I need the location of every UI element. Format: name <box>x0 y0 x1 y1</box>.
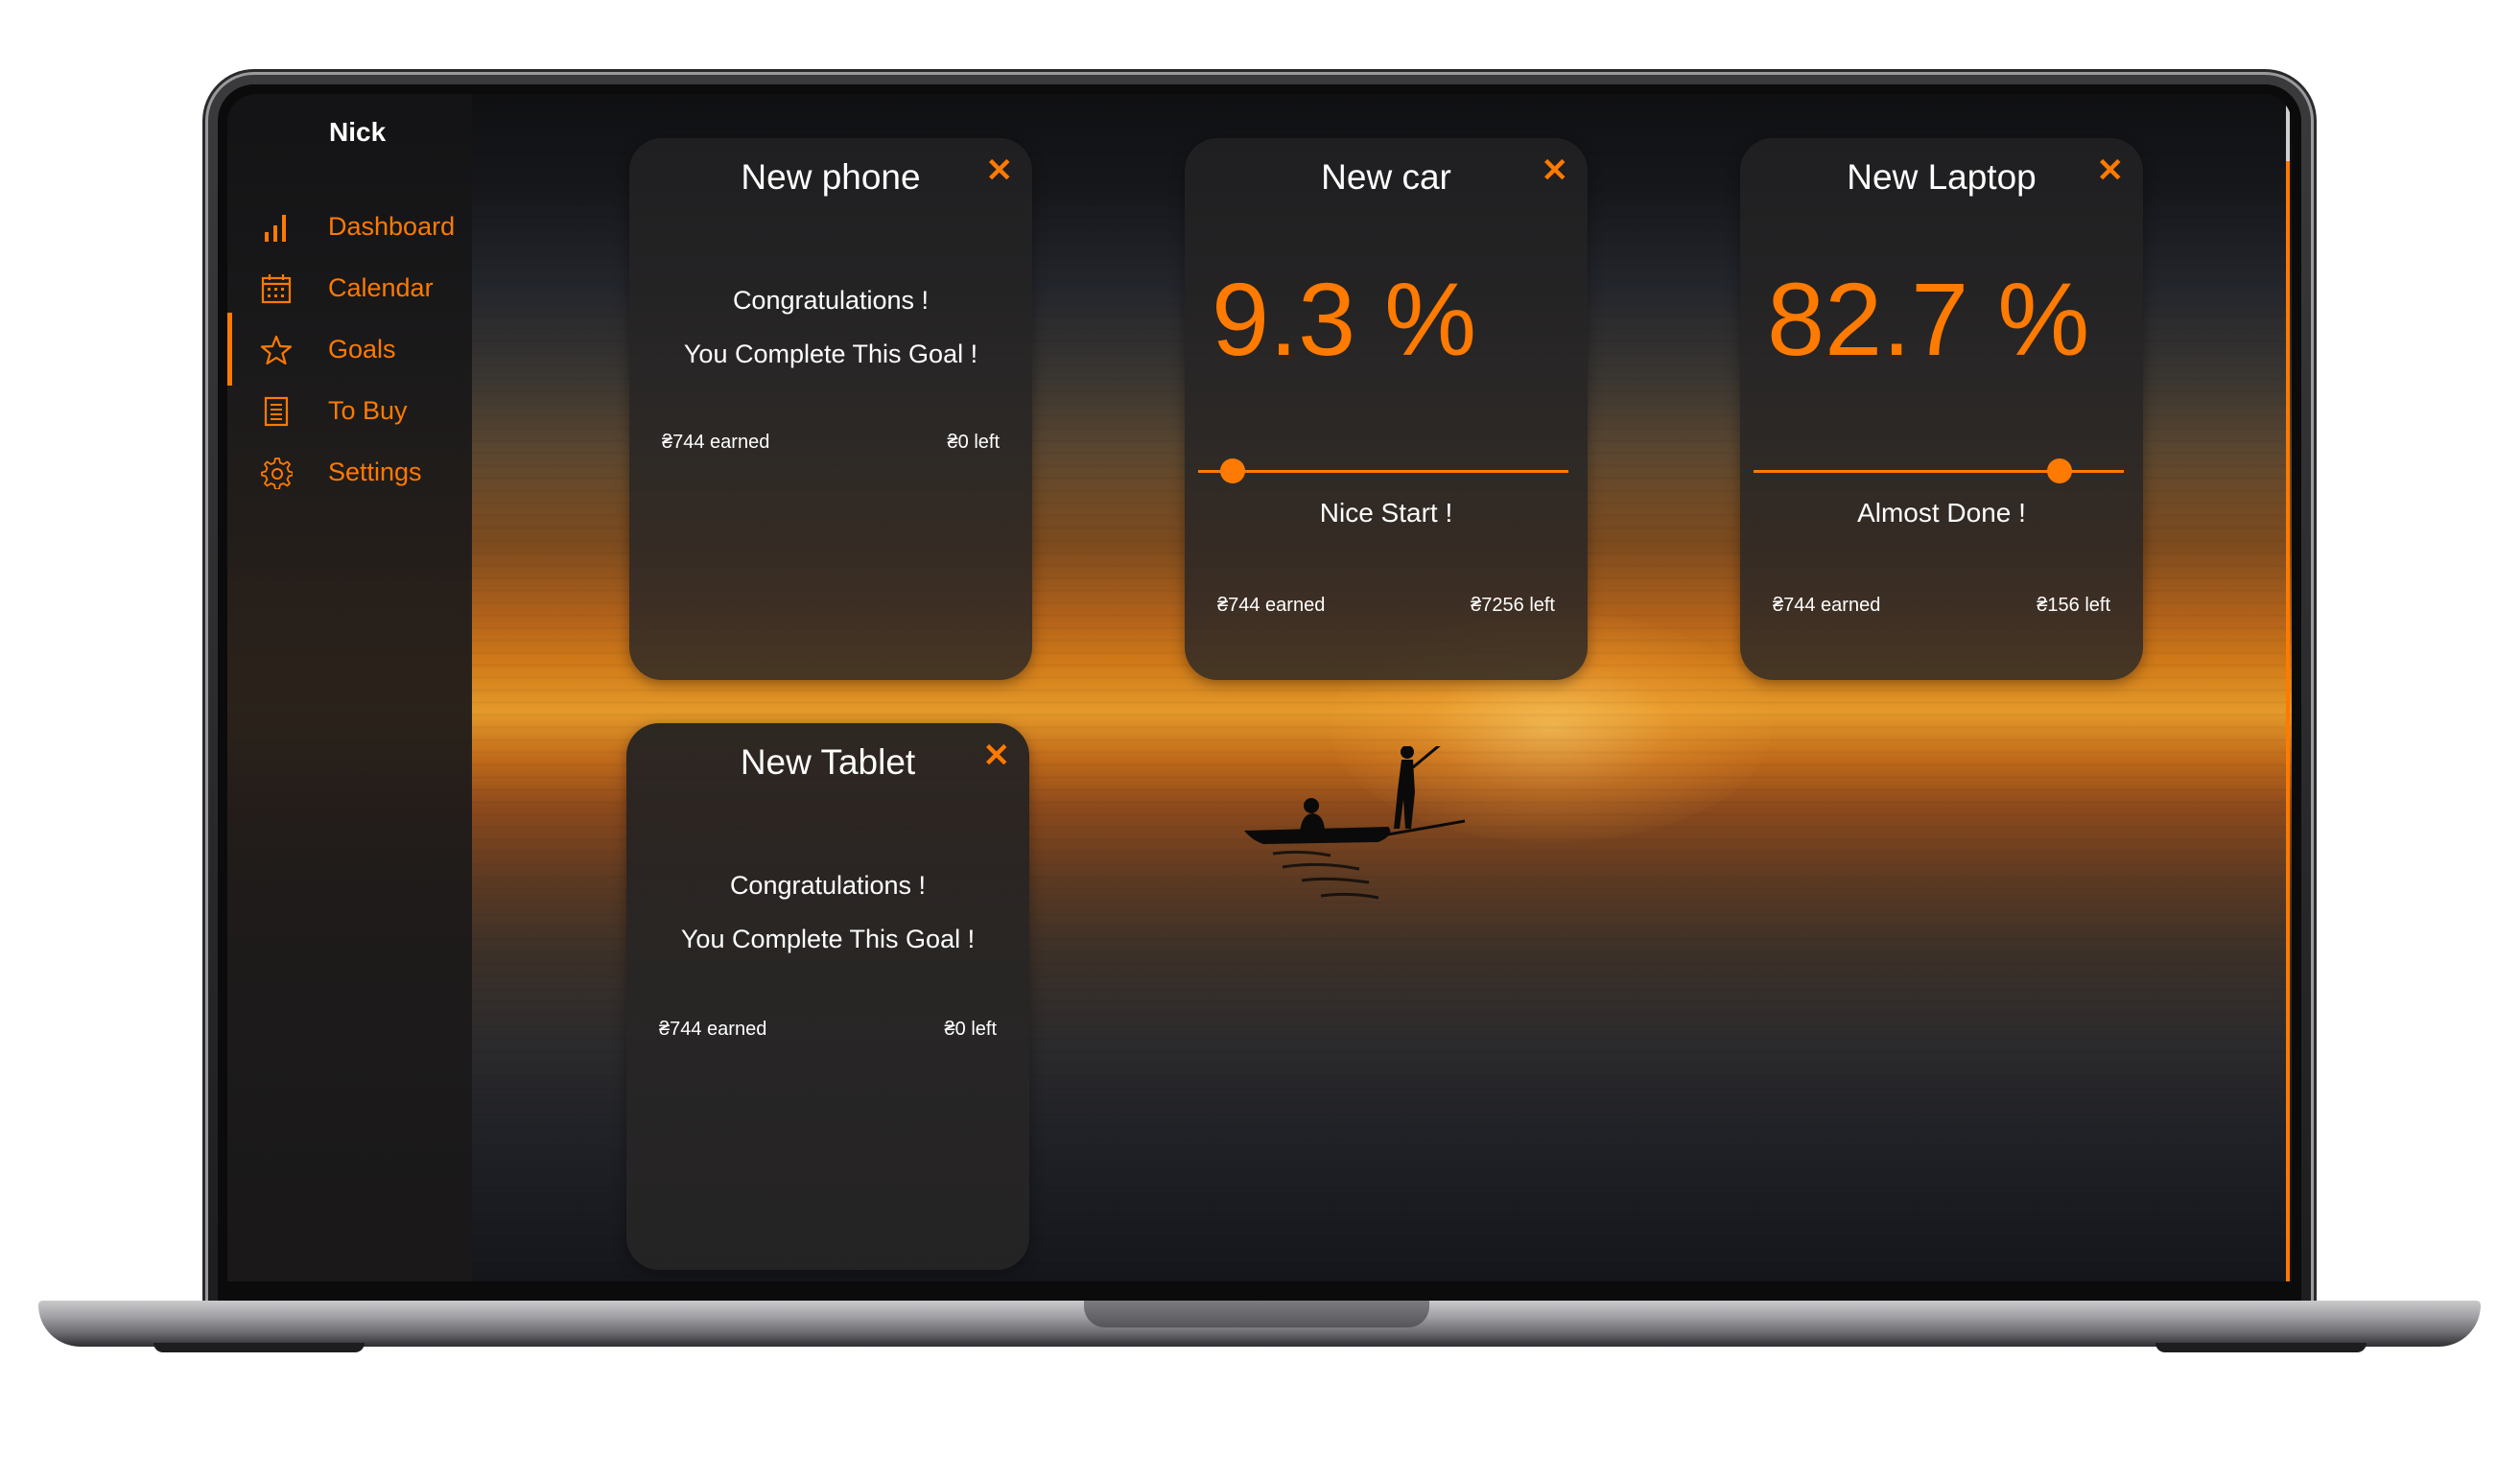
sidebar-item-to-buy[interactable]: To Buy <box>227 382 472 439</box>
goal-title: New Laptop <box>1847 157 2037 197</box>
laptop-foot-right <box>2155 1343 2367 1352</box>
sidebar-item-label: Dashboard <box>328 212 456 241</box>
goal-earned: ₴744 earned <box>662 432 770 453</box>
sidebar-item-label: Settings <box>328 458 422 486</box>
scrollbar-track[interactable] <box>2286 94 2290 161</box>
stage: Nick Dashboard Calendar Goals To Buy Set… <box>0 0 2520 1479</box>
goal-earned: ₴744 earned <box>1773 595 1881 616</box>
gear-icon <box>261 458 293 489</box>
goal-card-new-car: New car ✕ 9.3 % Nice Start ! ₴744 earned… <box>1185 138 1588 680</box>
sidebar-item-label: To Buy <box>328 396 408 425</box>
list-icon <box>264 396 289 427</box>
close-icon[interactable]: ✕ <box>986 152 1014 190</box>
star-icon <box>260 335 293 365</box>
laptop-foot-left <box>153 1343 365 1352</box>
sidebar-item-goals[interactable]: Goals <box>227 313 472 386</box>
sidebar-item-calendar[interactable]: Calendar <box>227 259 472 317</box>
sidebar-item-label: Calendar <box>328 273 434 302</box>
laptop-lid: Nick Dashboard Calendar Goals To Buy Set… <box>208 75 2311 1320</box>
progress-slider[interactable] <box>1754 458 2124 483</box>
sidebar: Nick Dashboard Calendar Goals To Buy Set… <box>227 94 472 1281</box>
bar-chart-icon <box>265 215 286 242</box>
app-display: Nick Dashboard Calendar Goals To Buy Set… <box>227 94 2292 1281</box>
goal-left: ₴0 left <box>947 432 1000 453</box>
progress-slider[interactable] <box>1198 458 1568 483</box>
close-icon[interactable]: ✕ <box>2097 152 2125 190</box>
goal-card-new-tablet: New Tablet ✕ Congratulations ! You Compl… <box>626 723 1029 1270</box>
sidebar-item-settings[interactable]: Settings <box>227 443 472 501</box>
progress-thumb[interactable] <box>2047 458 2073 483</box>
goal-left: ₴7256 left <box>1471 595 1555 616</box>
goal-congrats: Congratulations ! <box>729 871 927 900</box>
user-name: Nick <box>329 117 387 147</box>
goal-card-new-laptop: New Laptop ✕ 82.7 % Almost Done ! ₴744 e… <box>1740 138 2143 680</box>
goal-congrats: Congratulations ! <box>732 286 930 315</box>
goal-title: New car <box>1321 157 1451 197</box>
close-icon[interactable]: ✕ <box>1542 152 1569 190</box>
goal-title: New phone <box>741 157 921 197</box>
goal-title: New Tablet <box>740 742 916 782</box>
calendar-icon <box>261 274 292 304</box>
goal-complete-message: You Complete This Goal ! <box>683 340 978 368</box>
goal-earned: ₴744 earned <box>659 1019 767 1040</box>
goal-complete-message: You Complete This Goal ! <box>680 925 976 953</box>
goal-earned: ₴744 earned <box>1217 595 1326 616</box>
scrollbar-thumb[interactable] <box>2286 161 2290 1281</box>
boat-silhouette-icon <box>1244 746 1466 900</box>
laptop-hinge-notch <box>1084 1301 1429 1327</box>
laptop-bezel: Nick Dashboard Calendar Goals To Buy Set… <box>218 84 2301 1308</box>
sidebar-item-dashboard[interactable]: Dashboard <box>227 198 472 255</box>
goal-status: Almost Done ! <box>1857 498 2026 528</box>
sidebar-item-label: Goals <box>328 335 396 364</box>
goal-percent: 82.7 % <box>1767 261 2090 377</box>
goal-left: ₴156 left <box>2037 595 2110 616</box>
close-icon[interactable]: ✕ <box>983 737 1011 775</box>
goal-card-new-phone: New phone ✕ Congratulations ! You Comple… <box>629 138 1032 680</box>
progress-thumb[interactable] <box>1219 458 1245 483</box>
goal-status: Nice Start ! <box>1319 498 1453 528</box>
goal-percent: 9.3 % <box>1212 261 1477 377</box>
goal-left: ₴0 left <box>944 1019 997 1040</box>
